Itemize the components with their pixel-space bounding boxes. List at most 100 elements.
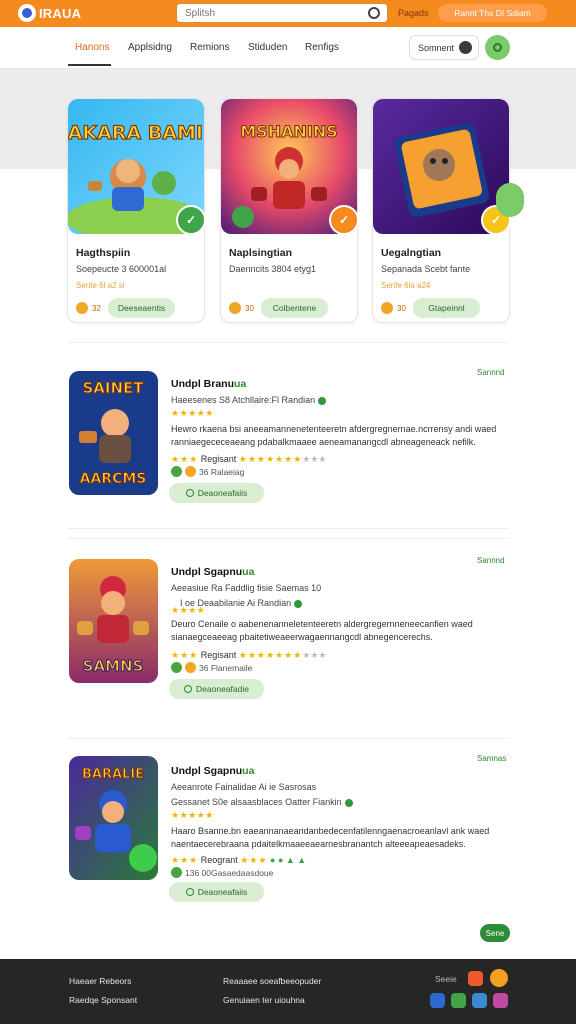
- rating-stars-small: ★★★: [171, 650, 199, 660]
- load-more-button[interactable]: Sene: [480, 924, 510, 942]
- tab-apps[interactable]: Applsidng: [128, 42, 172, 53]
- rating-label: Reogrant: [200, 855, 238, 865]
- tab-home[interactable]: Hanons: [75, 42, 109, 53]
- card-action-button[interactable]: Gtapeinnl: [413, 298, 480, 318]
- social-icon-1[interactable]: [468, 971, 483, 986]
- rating-stars: ★★★★★★★: [238, 650, 303, 660]
- search-icon[interactable]: [368, 7, 380, 19]
- card-action-button[interactable]: Colbentene: [261, 298, 328, 318]
- facebook-icon[interactable]: [430, 993, 445, 1008]
- rating-stars: ★★★★★★★: [238, 454, 303, 464]
- account-button[interactable]: Somnent: [409, 35, 479, 60]
- search-box[interactable]: [176, 3, 388, 23]
- top-link[interactable]: Pagads: [398, 8, 429, 18]
- item-action-button[interactable]: Deaoneafaiis: [169, 882, 264, 902]
- download-badge-icon[interactable]: ✓: [176, 205, 206, 235]
- list-item[interactable]: BARALIE Samnas Undpl Sgapnuua Aeeanrote …: [0, 748, 576, 928]
- item-title: Undpl Sgapnuua: [171, 765, 254, 777]
- coin-icon: [76, 302, 88, 314]
- item-title: Undpl Sgapnuua: [171, 566, 254, 578]
- game-thumbnail: BARALIE: [69, 756, 158, 880]
- card-meta: Senfe 6la a24: [381, 281, 431, 290]
- divider: [68, 738, 509, 739]
- item-tag[interactable]: Sannnd: [477, 556, 505, 565]
- item-action-label: Deaoneafaiis: [197, 887, 248, 897]
- avatar: [459, 41, 472, 54]
- download-badge-icon[interactable]: ✓: [329, 205, 359, 235]
- card-title: Uegalngtian: [381, 247, 442, 259]
- stat-icon: [171, 466, 182, 477]
- rating-stars-small: ★★★: [171, 454, 199, 464]
- item-tag[interactable]: Sannnd: [477, 368, 505, 377]
- item-meta-line: Aeeanrote Fainalidae Ai ie Sasrosas: [171, 782, 317, 792]
- rating-extra-icons: ● ● ▲ ▲: [270, 855, 307, 865]
- artwork-title: BAKARA BAMIN: [68, 122, 204, 144]
- top-pill-label: Rannt Ths DI Sdiam: [454, 8, 531, 18]
- item-meta-line: Aeeasiue Ra Faddlig fisie Saemas 10: [171, 583, 322, 593]
- verified-icon: [344, 798, 353, 807]
- item-meta-text: Gessanet S0e alsaasblaces Oatter Fiankin: [171, 797, 342, 807]
- item-stats-text: 36 Ralaeiag: [199, 466, 245, 477]
- verified-icon: [294, 599, 303, 608]
- item-stats-text: 36 Flanemaile: [199, 662, 253, 673]
- star-rating: ★★★★★: [171, 810, 214, 820]
- logo[interactable]: IRAUA: [18, 4, 81, 22]
- card-subtitle: Soepeucte 3 600001al: [76, 264, 167, 274]
- refresh-button[interactable]: [485, 35, 510, 60]
- rating-row: ★★★ Reogrant ★★★ ● ● ▲ ▲: [171, 855, 306, 866]
- footer-link[interactable]: Genuiaen ter uiouhna: [223, 995, 305, 1005]
- footer: Haeaer Rebeors Raedqe Sponsant Reaaaee s…: [0, 959, 576, 1024]
- featured-card[interactable]: ✓ Uegalngtian Sepanada Scebt fante Senfe…: [372, 98, 511, 323]
- featured-card[interactable]: MSHANINS ✓ Naplsingtian Daenncits 3804 e…: [220, 98, 359, 323]
- search-input[interactable]: [185, 7, 355, 19]
- footer-link[interactable]: Haeaer Rebeors: [69, 976, 131, 986]
- card-count: 32: [92, 304, 101, 313]
- item-stats: 36 Ralaeiag: [171, 466, 244, 477]
- logo-text: IRAUA: [39, 5, 82, 21]
- check-icon: [185, 888, 194, 896]
- item-description: Deuro Cenaile o aabenenanneletenteeretn …: [171, 619, 473, 642]
- card-subtitle: Sepanada Scebt fante: [381, 264, 471, 274]
- divider: [68, 538, 509, 539]
- item-action-button[interactable]: Deaoneafaiis: [169, 483, 264, 503]
- top-pill-button[interactable]: Rannt Ths DI Sdiam: [438, 4, 547, 22]
- divider: [68, 528, 509, 529]
- card-action-button[interactable]: Deeseaentis: [108, 298, 175, 318]
- item-action-button[interactable]: Deaoneafadie: [169, 679, 264, 699]
- card-count: 30: [397, 304, 406, 313]
- footer-social-label: Seeie: [435, 974, 457, 984]
- item-title-highlight: ua: [242, 765, 255, 777]
- footer-link[interactable]: Raedqe Sponsant: [69, 995, 137, 1005]
- tab-settings[interactable]: Renfigs: [305, 42, 339, 53]
- account-label: Somnent: [418, 42, 455, 53]
- item-title-highlight: ua: [242, 566, 255, 578]
- item-title-main: Undpl Branu: [171, 378, 234, 390]
- stat-icon: [171, 867, 182, 878]
- game-thumbnail: SAINET AARCMS: [69, 371, 158, 495]
- social-icon-2[interactable]: [490, 969, 508, 987]
- rating-stars: ★★★: [240, 855, 268, 865]
- share-icon[interactable]: [451, 993, 466, 1008]
- featured-card[interactable]: BAKARA BAMIN ✓ Hagthspiin Soepeucte 3 60…: [67, 98, 206, 323]
- item-description: Haaro Bsanne.bn eaeannanaeandanbedecenfa…: [171, 826, 490, 849]
- rating-row: ★★★ Regisant ★★★★★★★★★★: [171, 454, 326, 465]
- coin-icon: [381, 302, 393, 314]
- logo-icon: [18, 4, 36, 22]
- carousel-next-arrow-icon[interactable]: [496, 183, 524, 217]
- list-item[interactable]: SAMNS Sannnd Undpl Sgapnuua Aeeasiue Ra …: [0, 550, 576, 730]
- footer-link[interactable]: Reaaaee soeafbeeopuder: [223, 976, 321, 986]
- rating-label: Regisant: [200, 454, 237, 464]
- item-stats-text: 136 00Gasaedaasdoue: [185, 867, 274, 878]
- divider: [68, 342, 509, 343]
- stat-icon: [171, 662, 182, 673]
- tab-reviews[interactable]: Remions: [190, 42, 229, 53]
- item-tag[interactable]: Samnas: [477, 754, 506, 763]
- message-icon[interactable]: [472, 993, 487, 1008]
- item-meta-line: Haeesenes S8 Atchllaire:Fl Randian: [171, 395, 327, 405]
- thumb-title: BARALIE: [82, 767, 144, 782]
- tab-studio[interactable]: Stiduden: [248, 42, 287, 53]
- list-item[interactable]: SAINET AARCMS Sannnd Undpl Branuua Haees…: [0, 362, 576, 542]
- rating-row: ★★★ Regisant ★★★★★★★★★★: [171, 650, 326, 661]
- item-title: Undpl Branuua: [171, 378, 246, 390]
- instagram-icon[interactable]: [493, 993, 508, 1008]
